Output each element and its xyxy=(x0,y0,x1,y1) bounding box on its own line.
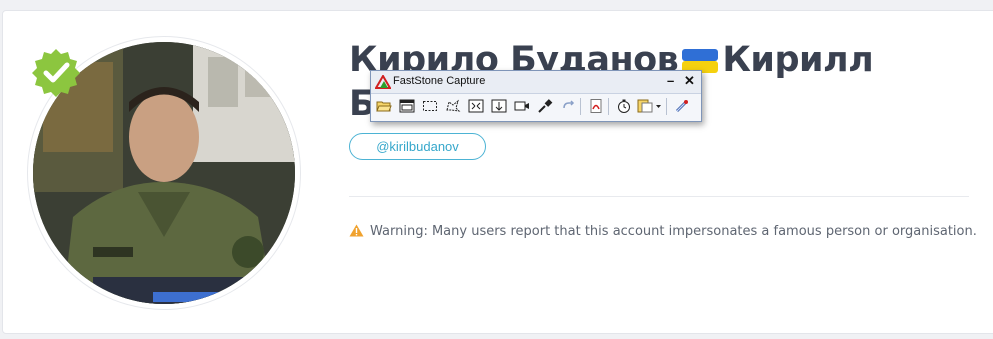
capture-rectangle-icon[interactable] xyxy=(420,96,440,116)
screen-recorder-icon[interactable] xyxy=(512,96,532,116)
ukraine-flag-icon xyxy=(682,40,719,73)
verified-badge-icon xyxy=(31,47,81,97)
pdf-icon[interactable] xyxy=(586,96,606,116)
capture-scrolling-icon[interactable] xyxy=(489,96,509,116)
capture-window-icon[interactable] xyxy=(397,96,417,116)
repeat-capture-icon[interactable] xyxy=(558,96,578,116)
capture-fullscreen-icon[interactable] xyxy=(466,96,486,116)
capture-freehand-icon[interactable] xyxy=(443,96,463,116)
faststone-logo-icon xyxy=(374,74,392,89)
faststone-titlebar[interactable]: FastStone Capture – ✕ xyxy=(371,71,701,94)
warning-text: Warning: Many users report that this acc… xyxy=(370,224,977,239)
timer-icon[interactable] xyxy=(614,96,634,116)
toolbar-separator xyxy=(580,98,581,115)
divider xyxy=(349,196,969,197)
minimize-button[interactable]: – xyxy=(667,73,674,88)
faststone-title: FastStone Capture xyxy=(393,75,486,87)
toolbar-separator xyxy=(666,98,667,115)
warning-icon xyxy=(349,224,364,237)
profile-name-second-part: Кирилл xyxy=(722,40,874,80)
impersonation-warning: Warning: Many users report that this acc… xyxy=(349,224,977,239)
color-picker-icon[interactable] xyxy=(535,96,555,116)
close-button[interactable]: ✕ xyxy=(684,73,695,89)
output-icon[interactable] xyxy=(637,96,663,116)
toolbar-separator xyxy=(608,98,609,115)
open-folder-icon[interactable] xyxy=(374,96,394,116)
settings-icon[interactable] xyxy=(672,96,692,116)
handle-button[interactable]: @kirilbudanov xyxy=(349,133,486,160)
faststone-capture-toolbar[interactable]: FastStone Capture – ✕ xyxy=(370,70,702,122)
